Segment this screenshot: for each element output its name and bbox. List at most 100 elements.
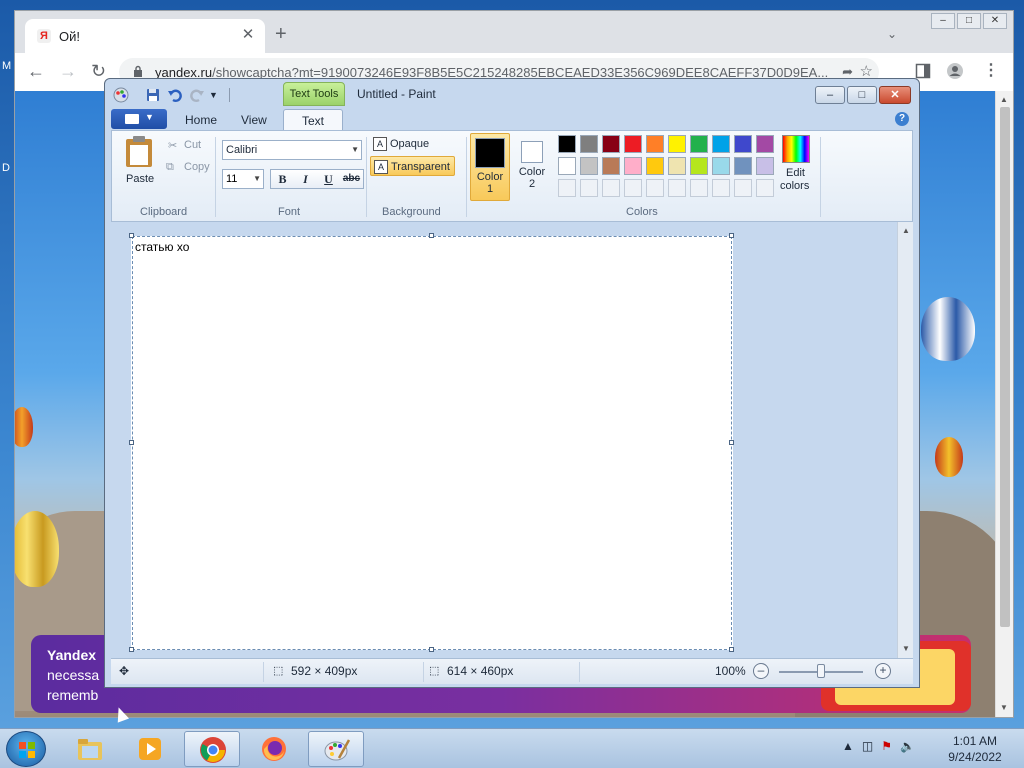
- start-button[interactable]: [6, 731, 46, 767]
- page-scrollbar[interactable]: ▲ ▼: [995, 91, 1013, 717]
- resize-handle[interactable]: [729, 440, 734, 445]
- scroll-down-arrow-icon[interactable]: ▼: [1000, 703, 1008, 712]
- palette-color-swatch[interactable]: [602, 135, 620, 153]
- forward-arrow-icon[interactable]: →: [59, 61, 77, 81]
- chrome-minimize-button[interactable]: –: [931, 13, 955, 29]
- chrome-maximize-button[interactable]: □: [957, 13, 981, 29]
- palette-color-swatch[interactable]: [712, 135, 730, 153]
- palette-color-swatch[interactable]: [734, 135, 752, 153]
- palette-color-swatch[interactable]: [690, 135, 708, 153]
- palette-color-swatch[interactable]: [668, 157, 686, 175]
- palette-custom-slot[interactable]: [756, 179, 774, 197]
- color1-selector[interactable]: Color 1: [470, 133, 510, 201]
- palette-custom-slot[interactable]: [580, 179, 598, 197]
- palette-color-swatch[interactable]: [558, 157, 576, 175]
- copy-button[interactable]: Copy: [184, 161, 210, 173]
- tab-view[interactable]: View: [229, 109, 279, 131]
- palette-color-swatch[interactable]: [668, 135, 686, 153]
- tab-text[interactable]: Text: [283, 109, 343, 131]
- palette-color-swatch[interactable]: [624, 135, 642, 153]
- resize-handle[interactable]: [729, 647, 734, 652]
- zoom-in-icon[interactable]: +: [875, 663, 891, 679]
- palette-custom-slot[interactable]: [668, 179, 686, 197]
- resize-handle[interactable]: [429, 233, 434, 238]
- opaque-option[interactable]: A Opaque: [370, 134, 429, 154]
- paint-menu-button[interactable]: ▼: [111, 109, 167, 129]
- scroll-up-arrow-icon[interactable]: ▲: [902, 226, 910, 235]
- palette-custom-slot[interactable]: [734, 179, 752, 197]
- undo-icon[interactable]: [167, 87, 183, 103]
- palette-custom-slot[interactable]: [602, 179, 620, 197]
- font-family-select[interactable]: Calibri ▼: [222, 140, 362, 160]
- show-hidden-icons[interactable]: ▲: [842, 739, 854, 753]
- resize-handle[interactable]: [429, 647, 434, 652]
- taskbar-firefox[interactable]: [246, 731, 302, 767]
- redo-icon[interactable]: [189, 87, 205, 103]
- palette-color-swatch[interactable]: [756, 157, 774, 175]
- resize-handle[interactable]: [129, 647, 134, 652]
- paint-minimize-button[interactable]: –: [815, 86, 845, 104]
- action-center-flag-icon[interactable]: ⚑: [881, 739, 892, 753]
- browser-tab[interactable]: Я Ой! ✕: [25, 19, 265, 53]
- chrome-close-button[interactable]: ✕: [983, 13, 1007, 29]
- palette-color-swatch[interactable]: [580, 135, 598, 153]
- profile-avatar-icon[interactable]: [947, 63, 963, 79]
- taskbar-chrome[interactable]: [184, 731, 240, 767]
- palette-custom-slot[interactable]: [624, 179, 642, 197]
- help-icon[interactable]: ?: [895, 112, 909, 126]
- canvas-typed-text[interactable]: статью хо: [135, 240, 189, 254]
- paste-clipboard-icon[interactable]: [124, 135, 154, 169]
- palette-color-swatch[interactable]: [602, 157, 620, 175]
- italic-button[interactable]: I: [294, 170, 317, 188]
- edit-colors-label[interactable]: Edit: [786, 167, 805, 179]
- palette-color-swatch[interactable]: [712, 157, 730, 175]
- edit-colors-icon[interactable]: [782, 135, 810, 163]
- paint-maximize-button[interactable]: □: [847, 86, 877, 104]
- palette-custom-slot[interactable]: [558, 179, 576, 197]
- resize-handle[interactable]: [129, 233, 134, 238]
- zoom-out-icon[interactable]: –: [753, 663, 769, 679]
- back-arrow-icon[interactable]: ←: [27, 61, 45, 81]
- customize-qat-icon[interactable]: ▼: [209, 87, 225, 103]
- palette-color-swatch[interactable]: [646, 157, 664, 175]
- palette-color-swatch[interactable]: [756, 135, 774, 153]
- paint-close-button[interactable]: ✕: [879, 86, 911, 104]
- new-tab-button[interactable]: +: [275, 24, 287, 44]
- edit-colors-label[interactable]: colors: [780, 180, 809, 192]
- tab-search-chevron-icon[interactable]: ⌄: [887, 27, 897, 41]
- palette-color-swatch[interactable]: [624, 157, 642, 175]
- palette-color-swatch[interactable]: [580, 157, 598, 175]
- tab-home[interactable]: Home: [173, 109, 229, 131]
- underline-button[interactable]: U: [317, 170, 340, 188]
- font-size-select[interactable]: 11 ▼: [222, 169, 264, 189]
- color2-selector[interactable]: Color 2: [514, 133, 550, 201]
- palette-custom-slot[interactable]: [646, 179, 664, 197]
- scroll-up-arrow-icon[interactable]: ▲: [1000, 95, 1008, 104]
- palette-color-swatch[interactable]: [734, 157, 752, 175]
- text-input-box[interactable]: [132, 236, 732, 650]
- strikethrough-button[interactable]: abc: [340, 170, 363, 188]
- resize-handle[interactable]: [729, 233, 734, 238]
- chrome-menu-icon[interactable]: ⋮: [983, 61, 999, 81]
- cut-button[interactable]: Cut: [184, 139, 201, 151]
- resize-handle[interactable]: [129, 440, 134, 445]
- taskbar-explorer[interactable]: [62, 731, 118, 767]
- palette-color-swatch[interactable]: [690, 157, 708, 175]
- volume-icon[interactable]: 🔈: [900, 739, 915, 753]
- palette-custom-slot[interactable]: [690, 179, 708, 197]
- palette-color-swatch[interactable]: [646, 135, 664, 153]
- transparent-option[interactable]: A Transparent: [370, 156, 455, 176]
- taskbar-clock[interactable]: 1:01 AM 9/24/2022: [940, 733, 1010, 765]
- tab-close-icon[interactable]: ✕: [239, 26, 257, 44]
- taskbar-paint[interactable]: [308, 731, 364, 767]
- network-icon[interactable]: ◫: [862, 739, 873, 753]
- zoom-slider-thumb[interactable]: [817, 664, 825, 678]
- bold-button[interactable]: B: [271, 170, 294, 188]
- palette-custom-slot[interactable]: [712, 179, 730, 197]
- save-icon[interactable]: [145, 87, 161, 103]
- side-panel-icon[interactable]: [915, 63, 931, 79]
- reload-icon[interactable]: ↻: [91, 61, 106, 81]
- scroll-down-arrow-icon[interactable]: ▼: [902, 644, 910, 653]
- scroll-thumb[interactable]: [1000, 107, 1010, 627]
- paste-button[interactable]: Paste: [126, 173, 154, 185]
